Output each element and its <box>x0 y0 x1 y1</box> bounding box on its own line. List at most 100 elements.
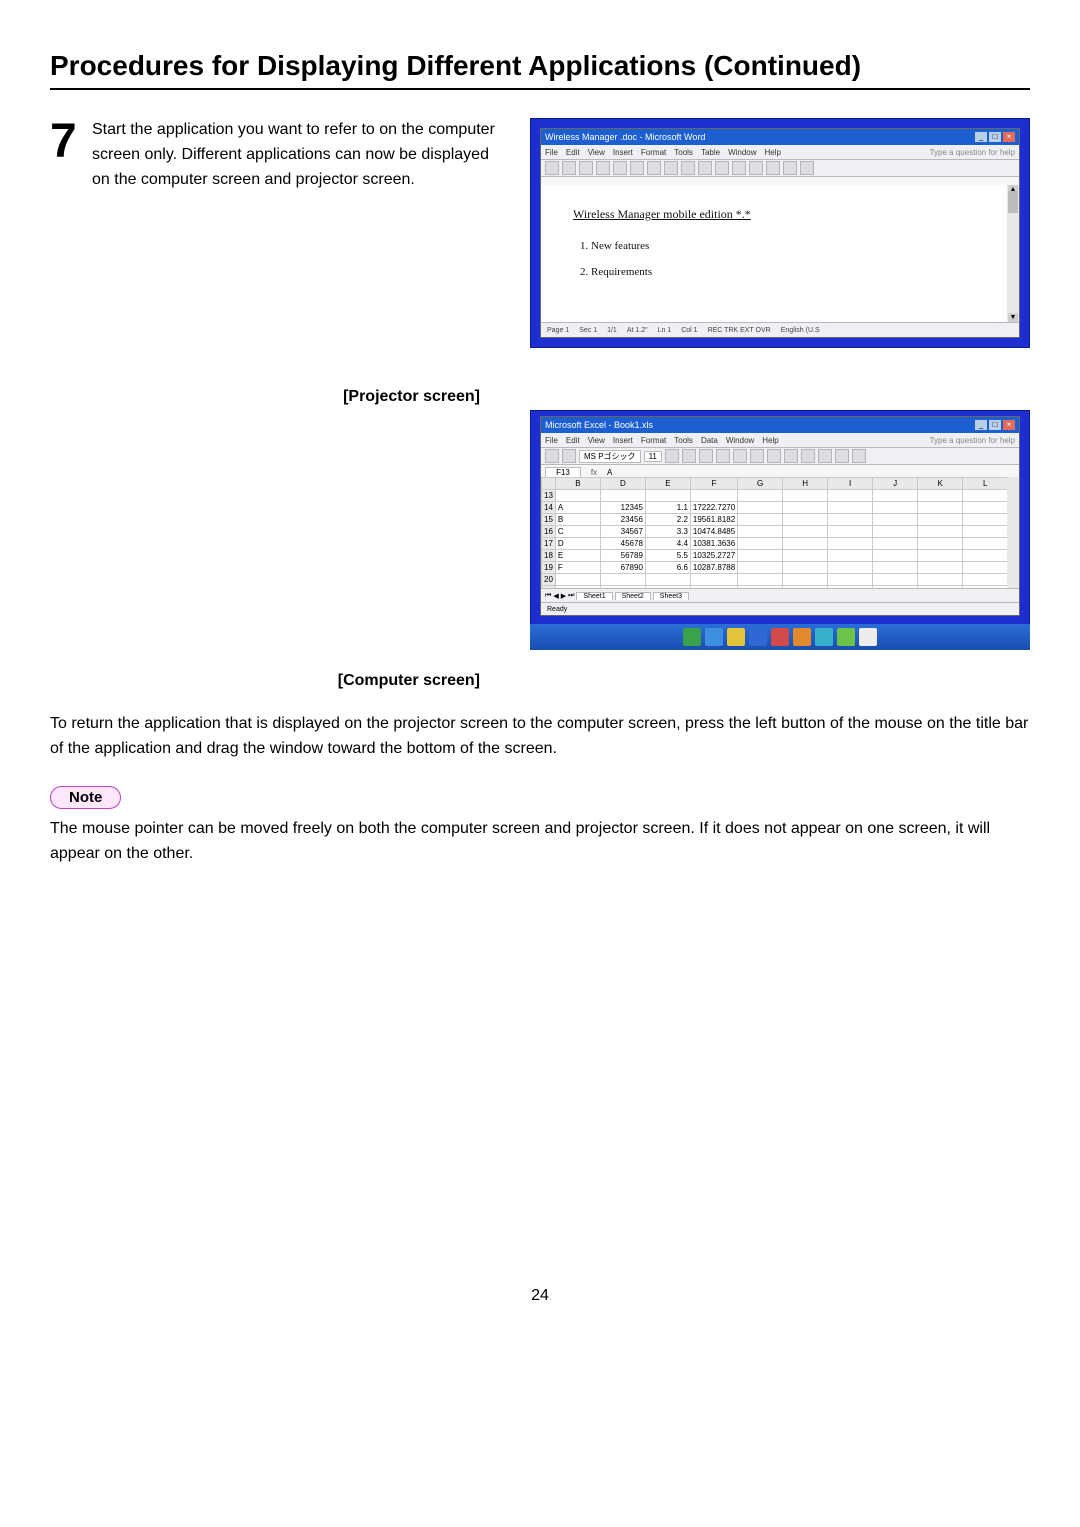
menu-item[interactable]: Help <box>765 148 781 157</box>
cell[interactable]: 10325.2727 <box>690 550 737 562</box>
cell[interactable] <box>963 550 1007 562</box>
menu-item[interactable]: Edit <box>566 148 580 157</box>
toolbar-icon[interactable] <box>562 449 576 463</box>
cell[interactable] <box>783 574 828 586</box>
tab-nav-first-icon[interactable]: ⏮ <box>545 592 551 600</box>
cell[interactable]: 10474.8485 <box>690 526 737 538</box>
cell[interactable] <box>918 562 963 574</box>
cell[interactable] <box>828 490 873 502</box>
cell[interactable]: 10287.8788 <box>690 562 737 574</box>
cell[interactable] <box>963 562 1007 574</box>
toolbar-icon[interactable] <box>664 161 678 175</box>
cell[interactable] <box>873 526 918 538</box>
cell[interactable]: 34567 <box>600 526 645 538</box>
menu-item[interactable]: Tools <box>674 148 693 157</box>
fx-icon[interactable]: fx <box>587 468 601 477</box>
col-header[interactable]: J <box>873 478 918 490</box>
toolbar-icon[interactable] <box>818 449 832 463</box>
cell[interactable] <box>555 574 600 586</box>
toolbar-icon[interactable] <box>750 449 764 463</box>
col-header[interactable]: E <box>645 478 690 490</box>
cell[interactable]: 17222.7270 <box>690 502 737 514</box>
help-field[interactable]: Type a question for help <box>930 148 1015 157</box>
cell[interactable] <box>873 550 918 562</box>
cell[interactable] <box>600 574 645 586</box>
cell[interactable] <box>963 526 1007 538</box>
toolbar-icon[interactable] <box>681 161 695 175</box>
taskbar-icon[interactable] <box>793 628 811 646</box>
close-icon[interactable]: × <box>1003 420 1015 430</box>
excel-scrollbar[interactable] <box>1007 477 1019 589</box>
cell[interactable] <box>918 490 963 502</box>
cell[interactable] <box>600 490 645 502</box>
toolbar-icon[interactable] <box>800 161 814 175</box>
cell[interactable]: F <box>555 562 600 574</box>
cell[interactable] <box>918 526 963 538</box>
cell[interactable] <box>783 526 828 538</box>
cell[interactable]: 3.3 <box>645 526 690 538</box>
menu-item[interactable]: Window <box>726 436 754 445</box>
taskbar-icon[interactable] <box>683 628 701 646</box>
row-header[interactable]: 19 <box>542 562 556 574</box>
cell[interactable] <box>738 490 783 502</box>
menu-item[interactable]: File <box>545 148 558 157</box>
cell[interactable]: 12345 <box>600 502 645 514</box>
cell[interactable] <box>738 550 783 562</box>
cell[interactable]: A <box>555 502 600 514</box>
menu-item[interactable]: Insert <box>613 148 633 157</box>
cell[interactable] <box>918 550 963 562</box>
cell[interactable] <box>738 574 783 586</box>
cell[interactable]: 10381.3636 <box>690 538 737 550</box>
menu-item[interactable]: View <box>588 148 605 157</box>
col-header[interactable]: D <box>600 478 645 490</box>
cell[interactable] <box>963 514 1007 526</box>
toolbar-icon[interactable] <box>545 449 559 463</box>
cell[interactable] <box>738 502 783 514</box>
cell[interactable] <box>873 490 918 502</box>
cell[interactable]: D <box>555 538 600 550</box>
col-header[interactable] <box>542 478 556 490</box>
toolbar-icon[interactable] <box>801 449 815 463</box>
font-size[interactable]: 11 <box>644 451 662 462</box>
col-header[interactable]: G <box>738 478 783 490</box>
cell[interactable]: 19561.8182 <box>690 514 737 526</box>
tab-nav-prev-icon[interactable]: ◀ <box>553 592 558 600</box>
sheet-tab[interactable]: Sheet2 <box>615 592 651 600</box>
cell[interactable]: 23456 <box>600 514 645 526</box>
menu-item[interactable]: Window <box>728 148 756 157</box>
row-header[interactable]: 16 <box>542 526 556 538</box>
toolbar-icon[interactable] <box>682 449 696 463</box>
cell[interactable] <box>828 550 873 562</box>
cell[interactable]: E <box>555 550 600 562</box>
cell[interactable] <box>918 538 963 550</box>
toolbar-icon[interactable] <box>596 161 610 175</box>
cell[interactable] <box>783 502 828 514</box>
cell[interactable]: 4.4 <box>645 538 690 550</box>
cell[interactable] <box>828 562 873 574</box>
cell[interactable] <box>828 574 873 586</box>
toolbar-icon[interactable] <box>732 161 746 175</box>
cell[interactable]: 6.6 <box>645 562 690 574</box>
cell[interactable] <box>828 514 873 526</box>
toolbar-icon[interactable] <box>715 161 729 175</box>
toolbar-icon[interactable] <box>852 449 866 463</box>
name-box[interactable]: F13 <box>545 467 581 478</box>
toolbar-icon[interactable] <box>630 161 644 175</box>
close-icon[interactable]: × <box>1003 132 1015 142</box>
cell[interactable] <box>873 514 918 526</box>
row-header[interactable]: 20 <box>542 574 556 586</box>
toolbar-icon[interactable] <box>699 449 713 463</box>
cell[interactable] <box>645 490 690 502</box>
toolbar-icon[interactable] <box>562 161 576 175</box>
maximize-icon[interactable]: □ <box>989 132 1001 142</box>
tab-nav-last-icon[interactable]: ⏭ <box>568 592 574 600</box>
toolbar-icon[interactable] <box>613 161 627 175</box>
col-header[interactable]: I <box>828 478 873 490</box>
cell[interactable] <box>555 490 600 502</box>
cell[interactable] <box>918 514 963 526</box>
toolbar-icon[interactable] <box>698 161 712 175</box>
cell[interactable] <box>873 538 918 550</box>
cell[interactable] <box>783 514 828 526</box>
minimize-icon[interactable]: _ <box>975 132 987 142</box>
cell[interactable] <box>783 490 828 502</box>
